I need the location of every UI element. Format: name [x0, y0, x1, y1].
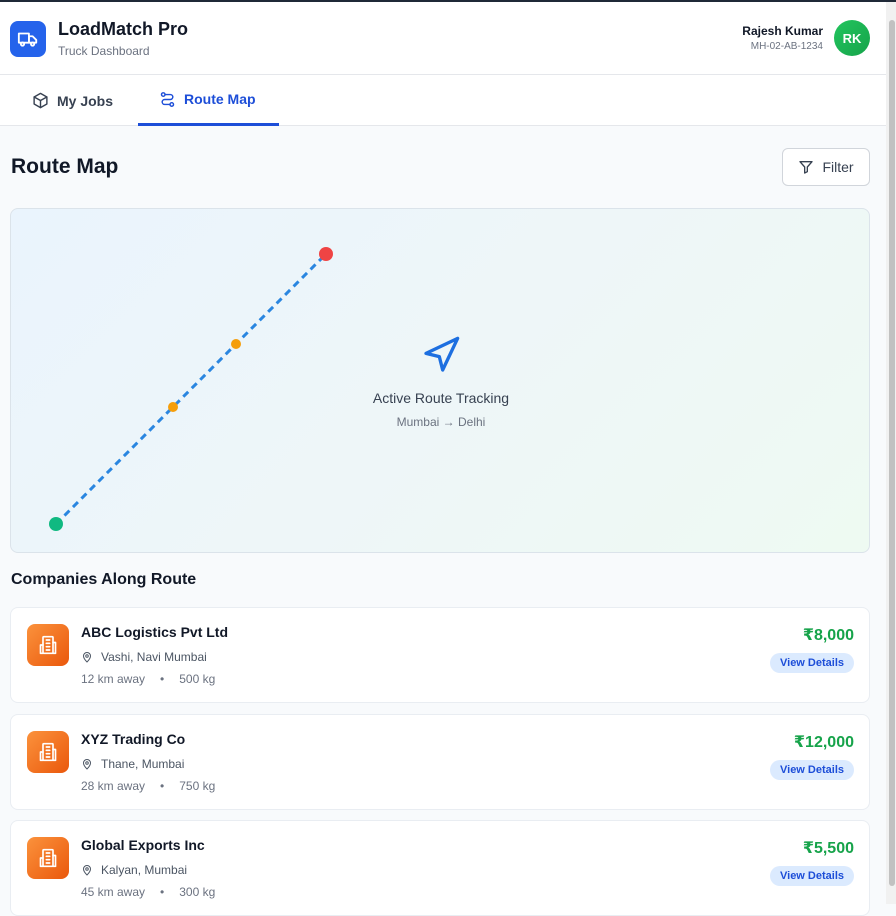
- view-details-button[interactable]: View Details: [770, 653, 854, 673]
- route-line: [54, 252, 328, 526]
- map-title: Active Route Tracking: [372, 390, 510, 406]
- user-vehicle-id: MH-02-AB-1234: [750, 41, 823, 52]
- scrollbar-thumb[interactable]: [889, 20, 895, 886]
- map-route-label: Mumbai → Delhi: [396, 415, 486, 429]
- company-distance: 28 km away: [81, 779, 146, 793]
- page-title: Route Map: [11, 155, 119, 178]
- map-pin-icon: [83, 759, 91, 770]
- company-price: ₹5,500: [802, 840, 854, 857]
- meta-separator: •: [160, 885, 165, 899]
- company-price: ₹8,000: [802, 627, 854, 644]
- filter-icon: [799, 161, 814, 174]
- company-card[interactable]: Global Exports Inc Kalyan, Mumbai 45 km …: [10, 820, 870, 916]
- avatar[interactable]: RK: [834, 20, 870, 56]
- building-icon: [39, 742, 57, 762]
- truck-icon: [17, 32, 38, 47]
- route-end-marker[interactable]: [319, 247, 333, 261]
- route-start-marker[interactable]: [49, 517, 63, 531]
- user-name: Rajesh Kumar: [742, 24, 823, 38]
- company-card[interactable]: ABC Logistics Pvt Ltd Vashi, Navi Mumbai…: [10, 607, 870, 703]
- route-map[interactable]: Active Route Tracking Mumbai → Delhi: [10, 208, 870, 553]
- route-icon: [160, 91, 175, 107]
- route-stop-marker[interactable]: [168, 402, 178, 412]
- company-weight: 750 kg: [179, 779, 216, 793]
- company-meta: 28 km away • 750 kg: [81, 779, 215, 793]
- company-location-text: Thane, Mumbai: [101, 757, 185, 771]
- navigation-icon: [424, 336, 460, 372]
- package-icon: [33, 92, 48, 109]
- map-status: Active Route Tracking Mumbai → Delhi: [341, 335, 541, 429]
- company-location-text: Kalyan, Mumbai: [101, 863, 188, 877]
- view-details-button[interactable]: View Details: [770, 866, 854, 886]
- company-name: Global Exports Inc: [81, 837, 205, 853]
- company-meta: 45 km away • 300 kg: [81, 885, 215, 899]
- company-card[interactable]: XYZ Trading Co Thane, Mumbai 28 km away …: [10, 714, 870, 810]
- section-title: Companies Along Route: [11, 571, 197, 588]
- app-title: LoadMatch Pro: [58, 19, 189, 39]
- company-weight: 300 kg: [179, 885, 216, 899]
- map-pin-icon: [83, 865, 91, 876]
- app-header: LoadMatch Pro Truck Dashboard Rajesh Kum…: [0, 2, 896, 75]
- company-location-text: Vashi, Navi Mumbai: [101, 650, 207, 664]
- tab-route-map[interactable]: Route Map: [138, 75, 279, 126]
- company-distance: 12 km away: [81, 672, 146, 686]
- filter-button[interactable]: Filter: [782, 148, 870, 186]
- app-subtitle: Truck Dashboard: [58, 44, 150, 58]
- map-pin-icon: [83, 652, 91, 663]
- company-distance: 45 km away: [81, 885, 146, 899]
- view-details-button[interactable]: View Details: [770, 760, 854, 780]
- tab-my-jobs-label: My Jobs: [57, 92, 114, 109]
- tab-my-jobs[interactable]: My Jobs: [32, 75, 113, 126]
- company-price: ₹12,000: [793, 734, 854, 751]
- company-meta: 12 km away • 500 kg: [81, 672, 215, 686]
- company-icon: [27, 624, 69, 666]
- tab-route-map-label: Route Map: [184, 91, 256, 107]
- app-logo: [10, 21, 46, 57]
- company-name: XYZ Trading Co: [81, 731, 186, 747]
- building-icon: [39, 635, 57, 655]
- route-stop-marker[interactable]: [231, 339, 241, 349]
- company-location: Vashi, Navi Mumbai: [81, 650, 207, 664]
- filter-button-label: Filter: [822, 159, 854, 175]
- building-icon: [39, 848, 57, 868]
- meta-separator: •: [160, 672, 165, 686]
- company-icon: [27, 837, 69, 879]
- company-weight: 500 kg: [179, 672, 216, 686]
- company-name: ABC Logistics Pvt Ltd: [81, 624, 229, 640]
- tab-bar: My Jobs Route Map: [0, 75, 896, 126]
- company-location: Thane, Mumbai: [81, 757, 184, 771]
- company-icon: [27, 731, 69, 773]
- company-location: Kalyan, Mumbai: [81, 863, 187, 877]
- meta-separator: •: [160, 779, 165, 793]
